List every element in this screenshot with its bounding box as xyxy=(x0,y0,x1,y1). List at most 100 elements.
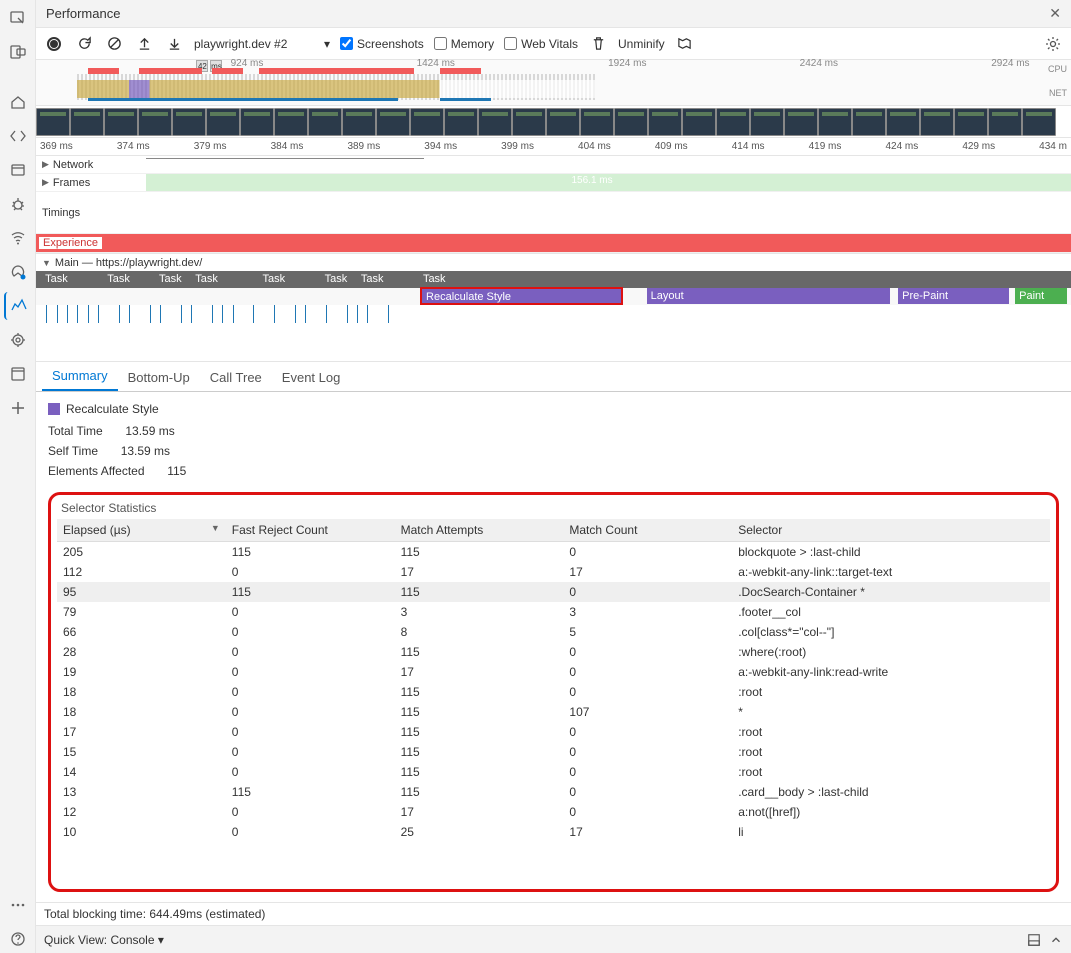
filmstrip-frame[interactable] xyxy=(886,108,920,136)
stats-header[interactable]: Match Attempts xyxy=(395,519,564,542)
collapse-icon[interactable] xyxy=(1049,933,1063,947)
filmstrip-frame[interactable] xyxy=(784,108,818,136)
stats-row[interactable]: 131151150.card__body > :last-child xyxy=(57,782,1050,802)
filmstrip-frame[interactable] xyxy=(274,108,308,136)
filmstrip-frame[interactable] xyxy=(546,108,580,136)
filmstrip-frame[interactable] xyxy=(818,108,852,136)
add-icon[interactable] xyxy=(4,394,32,422)
upload-button[interactable] xyxy=(134,34,154,54)
network-icon[interactable] xyxy=(4,224,32,252)
home-icon[interactable] xyxy=(4,88,32,116)
expand-icon[interactable]: ▶ xyxy=(42,177,49,188)
overview-timeline[interactable]: 924 ms 1424 ms 1924 ms 2424 ms 2924 ms 4… xyxy=(36,60,1071,106)
flame-paint[interactable]: Paint xyxy=(1015,288,1067,304)
tab-bottomup[interactable]: Bottom-Up xyxy=(118,364,200,391)
filmstrip-frame[interactable] xyxy=(376,108,410,136)
filmstrip-frame[interactable] xyxy=(342,108,376,136)
tab-calltree[interactable]: Call Tree xyxy=(200,364,272,391)
map-icon[interactable] xyxy=(675,34,695,54)
stats-row[interactable]: 2051151150blockquote > :last-child xyxy=(57,542,1050,562)
inspect-icon[interactable] xyxy=(4,4,32,32)
stats-row[interactable]: 1701150:root xyxy=(57,722,1050,742)
filmstrip-frame[interactable] xyxy=(172,108,206,136)
dropdown-icon[interactable]: ▾ xyxy=(324,37,330,51)
flame-task[interactable]: Task xyxy=(259,271,288,287)
experience-track-label[interactable]: Experience xyxy=(38,236,103,250)
lighthouse-icon[interactable] xyxy=(4,258,32,286)
settings-icon[interactable] xyxy=(1043,34,1063,54)
stats-header[interactable]: Match Count xyxy=(563,519,732,542)
flame-chart[interactable]: Task Task Task Task Task Task Task Task … xyxy=(36,271,1071,362)
stats-header[interactable]: Fast Reject Count xyxy=(226,519,395,542)
sources-icon[interactable] xyxy=(4,156,32,184)
filmstrip-frame[interactable] xyxy=(104,108,138,136)
filmstrip-frame[interactable] xyxy=(206,108,240,136)
flame-task[interactable]: Task xyxy=(41,271,70,287)
download-button[interactable] xyxy=(164,34,184,54)
filmstrip-frame[interactable] xyxy=(682,108,716,136)
expand-icon[interactable]: ▶ xyxy=(42,159,49,170)
flame-task[interactable]: Task xyxy=(419,271,1061,287)
filmstrip-frame[interactable] xyxy=(478,108,512,136)
tab-eventlog[interactable]: Event Log xyxy=(272,364,351,391)
dock-icon[interactable] xyxy=(1027,933,1041,947)
stats-row[interactable]: 180115107* xyxy=(57,702,1050,722)
memory-checkbox[interactable]: Memory xyxy=(434,37,494,51)
filmstrip-frame[interactable] xyxy=(648,108,682,136)
filmstrip-frame[interactable] xyxy=(954,108,988,136)
filmstrip-frame[interactable] xyxy=(240,108,274,136)
stats-row[interactable]: 1002517li xyxy=(57,822,1050,842)
network-track-label[interactable]: Network xyxy=(53,159,93,171)
more-icon[interactable] xyxy=(4,891,32,919)
flame-recalculate-style[interactable]: Recalculate Style xyxy=(421,288,622,304)
clear-button[interactable] xyxy=(104,34,124,54)
stats-row[interactable]: 66085.col[class*="col--"] xyxy=(57,622,1050,642)
filmstrip-frame[interactable] xyxy=(716,108,750,136)
reload-button[interactable] xyxy=(74,34,94,54)
flame-prepaint[interactable]: Pre-Paint xyxy=(898,288,1009,304)
memory-icon[interactable] xyxy=(4,326,32,354)
main-thread-header[interactable]: ▼Main — https://playwright.dev/ xyxy=(36,253,1071,271)
flame-task[interactable]: Task xyxy=(103,271,132,287)
quick-view-select[interactable]: Console xyxy=(110,933,154,947)
performance-icon[interactable] xyxy=(4,292,32,320)
filmstrip-frame[interactable] xyxy=(70,108,104,136)
target-select[interactable]: playwright.dev #2 xyxy=(194,37,314,51)
filmstrip-frame[interactable] xyxy=(444,108,478,136)
screenshots-checkbox[interactable]: Screenshots xyxy=(340,37,424,51)
help-icon[interactable] xyxy=(4,925,32,953)
stats-row[interactable]: 1501150:root xyxy=(57,742,1050,762)
stats-row[interactable]: 11201717a:-webkit-any-link::target-text xyxy=(57,562,1050,582)
stats-header[interactable]: Elapsed (µs)▼ xyxy=(57,519,226,542)
flame-task[interactable]: Task xyxy=(357,271,386,287)
trash-button[interactable] xyxy=(588,34,608,54)
filmstrip-frame[interactable] xyxy=(920,108,954,136)
flame-task[interactable]: Task xyxy=(321,271,350,287)
filmstrip-frame[interactable] xyxy=(308,108,342,136)
stats-row[interactable]: 190170a:-webkit-any-link:read-write xyxy=(57,662,1050,682)
timings-track-label[interactable]: Timings xyxy=(42,207,80,219)
flame-task[interactable]: Task xyxy=(191,271,220,287)
unminify-button[interactable]: Unminify xyxy=(618,37,665,51)
filmstrip-frame[interactable] xyxy=(1022,108,1056,136)
filmstrip-frame[interactable] xyxy=(580,108,614,136)
filmstrip-frame[interactable] xyxy=(750,108,784,136)
filmstrip-frame[interactable] xyxy=(36,108,70,136)
stats-row[interactable]: 1401150:root xyxy=(57,762,1050,782)
stats-row[interactable]: 951151150.DocSearch-Container * xyxy=(57,582,1050,602)
filmstrip-frame[interactable] xyxy=(410,108,444,136)
device-icon[interactable] xyxy=(4,38,32,66)
dropdown-icon[interactable]: ▾ xyxy=(158,933,164,947)
elements-icon[interactable] xyxy=(4,122,32,150)
stats-header[interactable]: Selector xyxy=(732,519,1050,542)
webvitals-checkbox[interactable]: Web Vitals xyxy=(504,37,578,51)
stats-row[interactable]: 79033.footer__col xyxy=(57,602,1050,622)
flame-layout[interactable]: Layout xyxy=(647,288,890,304)
close-icon[interactable]: ✕ xyxy=(1049,5,1061,22)
stats-row[interactable]: 2801150:where(:root) xyxy=(57,642,1050,662)
application-icon[interactable] xyxy=(4,360,32,388)
filmstrip-frame[interactable] xyxy=(614,108,648,136)
record-button[interactable] xyxy=(44,34,64,54)
filmstrip-frame[interactable] xyxy=(988,108,1022,136)
bug-icon[interactable] xyxy=(4,190,32,218)
